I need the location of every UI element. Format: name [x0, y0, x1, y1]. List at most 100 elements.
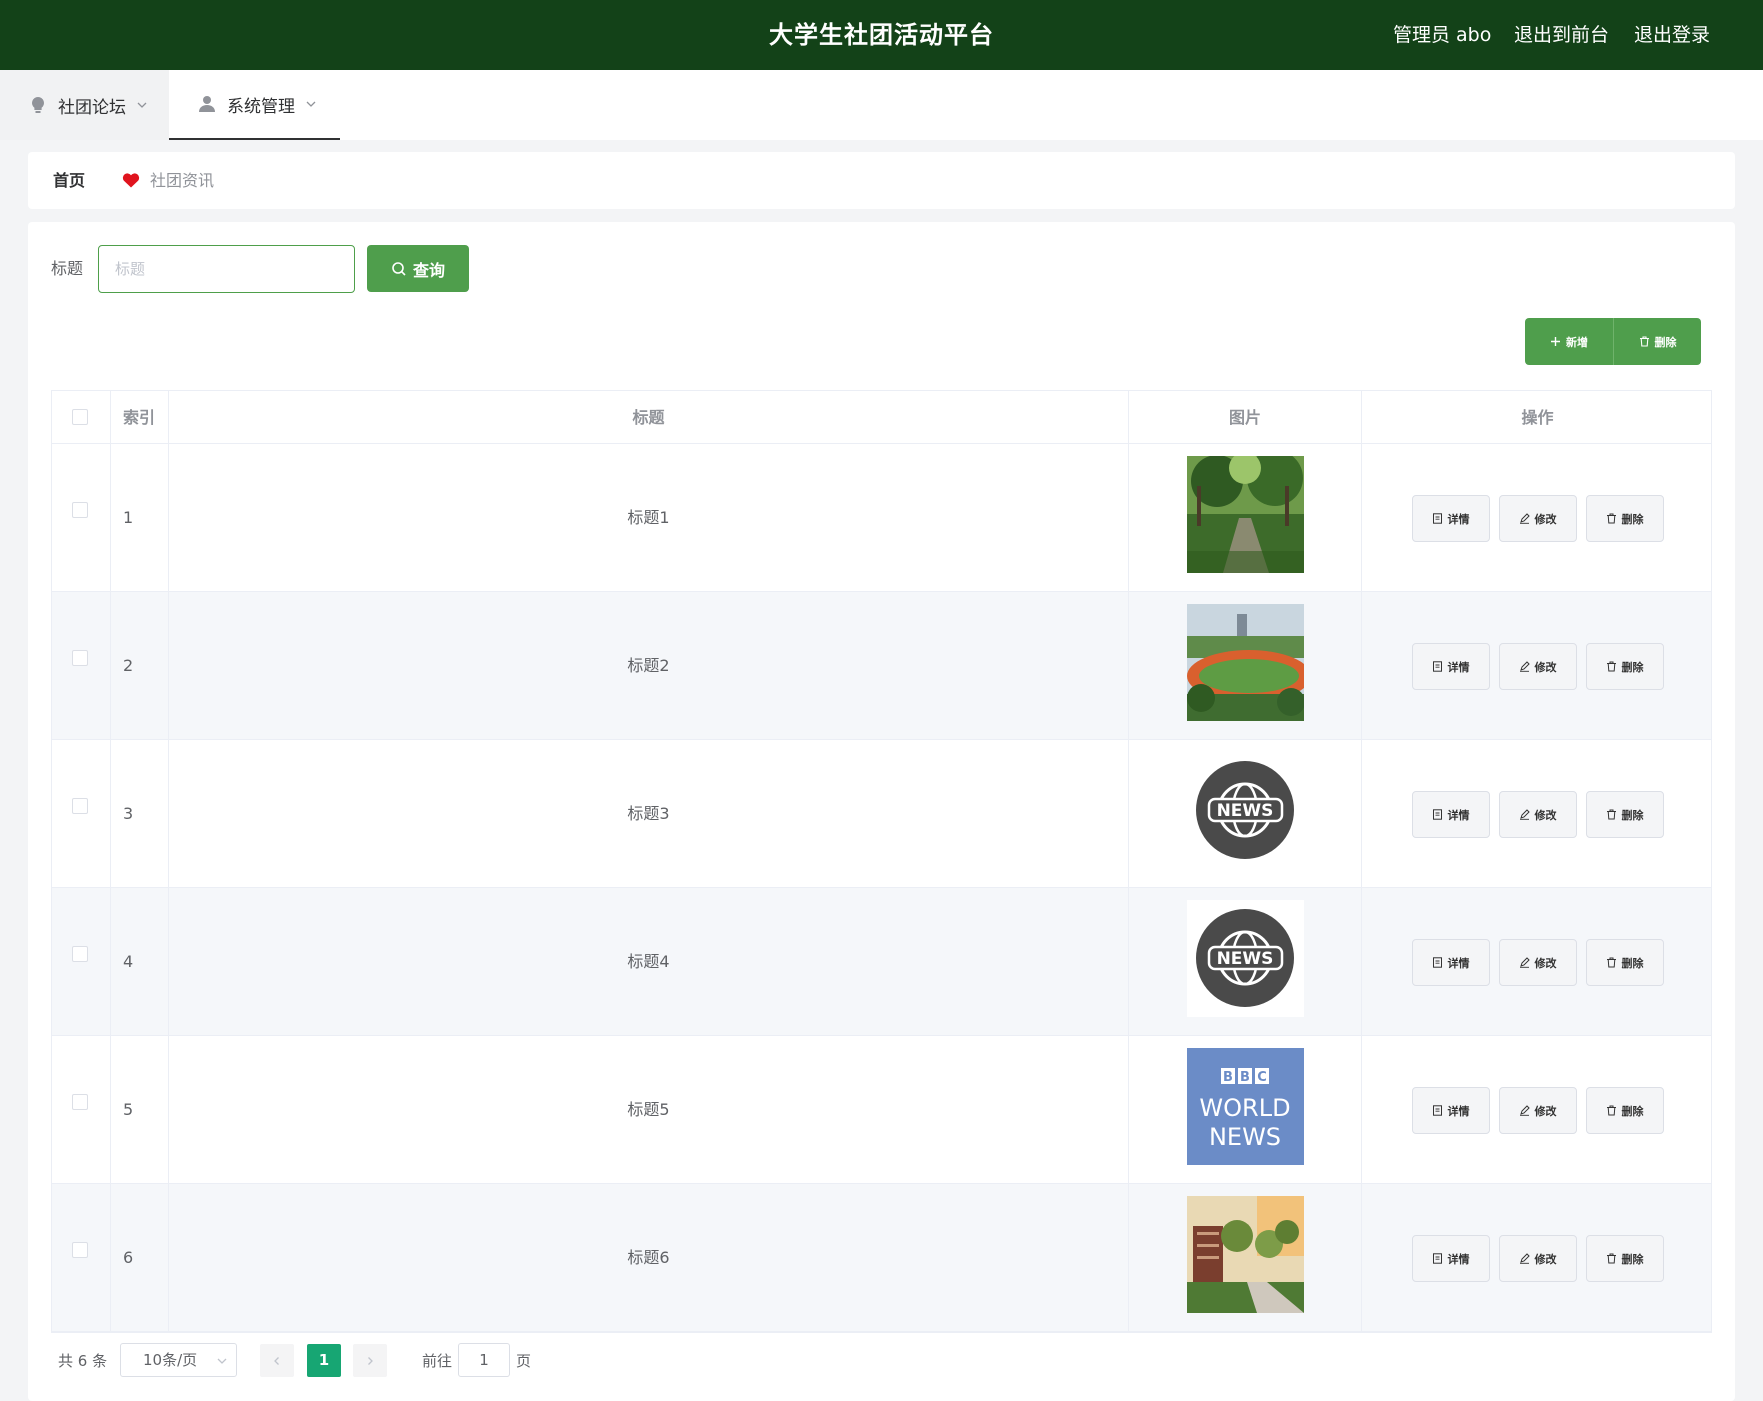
edit-icon [1519, 957, 1530, 968]
edit-label: 修改 [1534, 1252, 1557, 1266]
edit-icon [1519, 513, 1530, 524]
col-actions: 操作 [1521, 408, 1554, 427]
menu-item-label: 社团论坛 [58, 97, 126, 118]
detail-label: 详情 [1447, 956, 1470, 970]
row-title: 标题1 [627, 508, 670, 527]
logout-link[interactable]: 退出登录 [1634, 0, 1710, 70]
detail-button[interactable]: 详情 [1411, 643, 1490, 690]
edit-button[interactable]: 修改 [1498, 791, 1577, 838]
menu-item-forum[interactable]: 社团论坛 [0, 70, 169, 140]
row-checkbox[interactable] [72, 502, 88, 518]
table-header: 索引 标题 图片 操作 [52, 391, 1711, 444]
title-search-input[interactable] [98, 245, 355, 293]
user-icon [199, 96, 215, 112]
campus-building-photo[interactable] [1187, 1196, 1304, 1313]
edit-icon [1519, 1105, 1530, 1116]
row-title: 标题4 [627, 952, 670, 971]
delete-button[interactable]: 删除 [1585, 495, 1664, 542]
back-to-front-link[interactable]: 退出到前台 [1514, 0, 1609, 70]
chevron-down-icon [137, 102, 147, 108]
page-number-current[interactable]: 1 [307, 1344, 341, 1377]
query-button[interactable]: 查询 [367, 245, 469, 292]
goto-page-input[interactable]: 1 [458, 1343, 510, 1377]
bbc-letter: C [1257, 1070, 1267, 1085]
edit-label: 修改 [1534, 512, 1557, 526]
delete-label: 删除 [1621, 1252, 1644, 1266]
menu-item-system[interactable]: 系统管理 [169, 70, 340, 140]
prev-page-button[interactable] [260, 1344, 294, 1377]
bbc-world-news-logo[interactable]: B B C WORLD NEWS [1187, 1048, 1304, 1165]
goto-label: 前往 [422, 1352, 453, 1370]
delete-button[interactable]: 删除 [1585, 643, 1664, 690]
chevron-left-icon [274, 1356, 279, 1365]
bbc-news-text: NEWS [1209, 1123, 1281, 1151]
select-all-cell [52, 391, 111, 444]
page-suffix: 页 [516, 1352, 532, 1370]
delete-label: 删除 [1621, 956, 1644, 970]
next-page-button[interactable] [353, 1344, 387, 1377]
page-size-select[interactable]: 10条/页 [120, 1343, 237, 1377]
select-all-checkbox[interactable] [72, 409, 88, 425]
breadcrumb-home[interactable]: 首页 [53, 152, 85, 209]
delete-label: 删除 [1621, 1104, 1644, 1118]
campus-path-photo[interactable] [1187, 456, 1304, 573]
delete-button[interactable]: 删除 [1585, 1235, 1664, 1282]
title-cell: 标题2 [169, 592, 1129, 740]
admin-user-link[interactable]: 管理员 abo [1393, 0, 1491, 70]
batch-delete-button[interactable]: 删除 [1613, 318, 1701, 365]
table-row: 6 标题6 详情 修改 删除 [52, 1184, 1711, 1332]
table-row: 3 标题3 NEWS 详情 修改 删除 [52, 740, 1711, 888]
actions-cell: 详情 修改 删除 [1362, 740, 1713, 888]
edit-button[interactable]: 修改 [1498, 495, 1577, 542]
image-cell [1129, 1184, 1362, 1332]
edit-button[interactable]: 修改 [1498, 939, 1577, 986]
pagination: 共 6 条 10条/页 1 前往 1 页 [51, 1343, 651, 1379]
news-logo-text: NEWS [1217, 801, 1274, 821]
row-checkbox[interactable] [72, 798, 88, 814]
edit-button[interactable]: 修改 [1498, 1235, 1577, 1282]
news-logo-text: NEWS [1217, 949, 1274, 969]
detail-label: 详情 [1447, 1252, 1470, 1266]
menu-item-label: 系统管理 [227, 96, 295, 117]
sports-field-photo[interactable] [1187, 604, 1304, 721]
delete-button[interactable]: 删除 [1585, 791, 1664, 838]
row-select-cell [52, 592, 111, 740]
row-checkbox[interactable] [72, 1094, 88, 1110]
chevron-down-icon [217, 1358, 227, 1364]
detail-button[interactable]: 详情 [1411, 791, 1490, 838]
title-cell: 标题3 [169, 740, 1129, 888]
document-icon [1432, 1105, 1442, 1116]
row-checkbox[interactable] [72, 1242, 88, 1258]
news-globe-logo[interactable]: NEWS [1187, 752, 1304, 869]
detail-label: 详情 [1447, 512, 1470, 526]
detail-button[interactable]: 详情 [1411, 939, 1490, 986]
page-size-value: 10条/页 [143, 1351, 198, 1369]
index-cell: 1 [111, 444, 169, 592]
delete-button[interactable]: 删除 [1585, 939, 1664, 986]
table-row: 2 标题2 详情 修改 删除 [52, 592, 1711, 740]
index-cell: 5 [111, 1036, 169, 1184]
add-button[interactable]: 新增 [1525, 318, 1613, 365]
detail-button[interactable]: 详情 [1411, 1087, 1490, 1134]
detail-button[interactable]: 详情 [1411, 495, 1490, 542]
app-title: 大学生社团活动平台 [769, 21, 994, 49]
detail-label: 详情 [1447, 1104, 1470, 1118]
edit-button[interactable]: 修改 [1498, 1087, 1577, 1134]
row-checkbox[interactable] [72, 650, 88, 666]
detail-button[interactable]: 详情 [1411, 1235, 1490, 1282]
row-select-cell [52, 1036, 111, 1184]
row-checkbox[interactable] [72, 946, 88, 962]
row-title: 标题6 [627, 1248, 670, 1267]
batch-delete-label: 删除 [1654, 336, 1677, 349]
chevron-down-icon [306, 101, 316, 107]
news-globe-logo[interactable]: NEWS [1187, 900, 1304, 1017]
top-header: 大学生社团活动平台 管理员 abo 退出到前台 退出登录 [0, 0, 1763, 70]
row-index: 1 [123, 508, 134, 527]
bbc-letter: B [1223, 1070, 1233, 1085]
delete-label: 删除 [1621, 808, 1644, 822]
trash-icon [1606, 661, 1616, 672]
document-icon [1432, 809, 1442, 820]
delete-button[interactable]: 删除 [1585, 1087, 1664, 1134]
edit-button[interactable]: 修改 [1498, 643, 1577, 690]
row-title: 标题5 [627, 1100, 670, 1119]
